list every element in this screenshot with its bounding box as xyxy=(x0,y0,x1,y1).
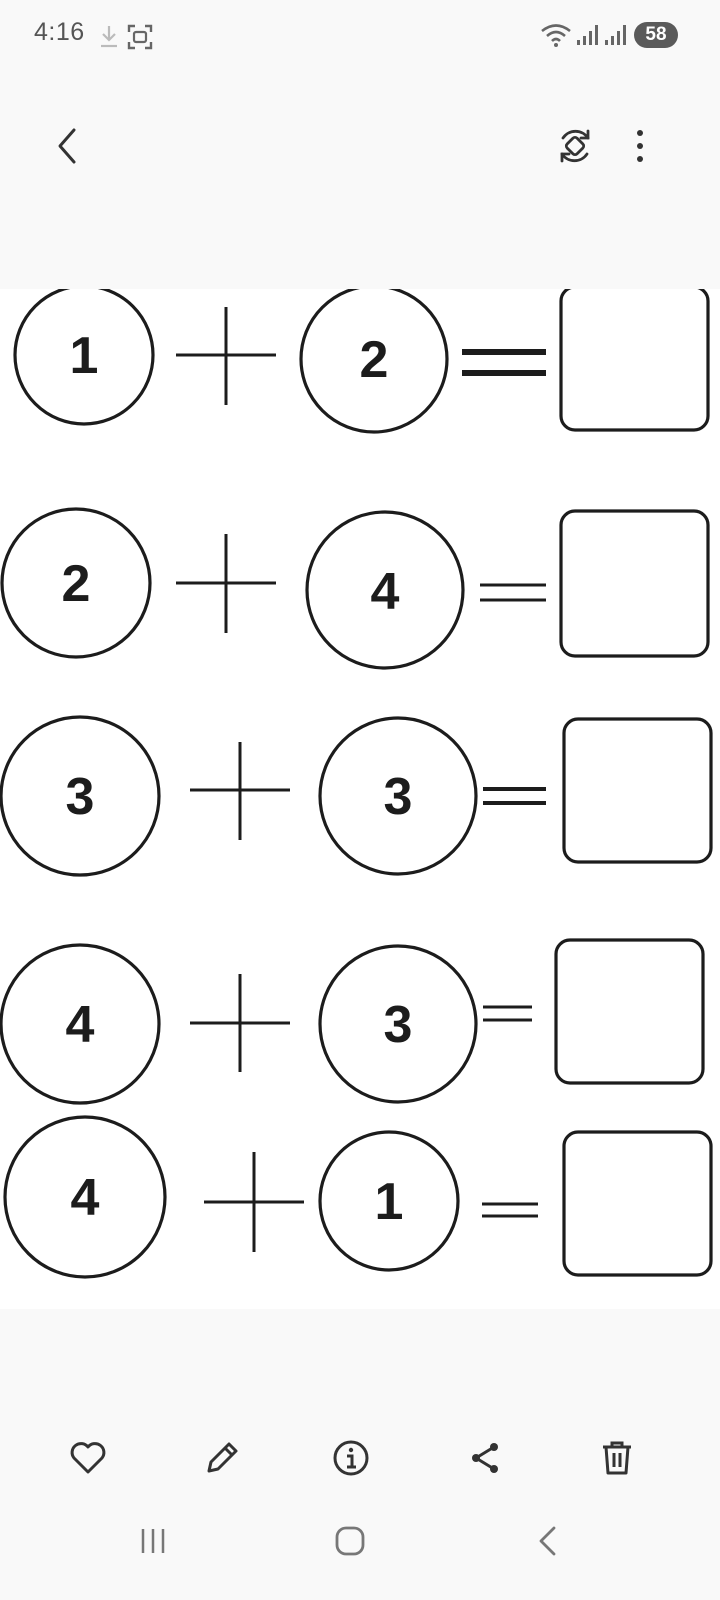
info-icon[interactable] xyxy=(331,1438,371,1483)
wifi-icon xyxy=(540,22,572,53)
image-viewer[interactable]: 1 2 2 4 3 3 4 3 4 1 xyxy=(0,289,720,1309)
addend-value: 2 xyxy=(62,555,91,613)
rotate-icon[interactable] xyxy=(555,126,595,171)
equals-sign xyxy=(462,349,546,376)
addend-value: 1 xyxy=(70,327,99,385)
addend-value: 2 xyxy=(360,331,389,389)
equals-sign xyxy=(483,1005,532,1022)
screenshot-icon xyxy=(127,24,153,55)
answer-box[interactable] xyxy=(554,938,705,1085)
plus-sign xyxy=(204,1152,304,1252)
equals-sign xyxy=(480,583,546,602)
answer-box[interactable] xyxy=(559,289,710,432)
addend-value: 4 xyxy=(71,1169,100,1227)
answer-box[interactable] xyxy=(559,509,710,658)
plus-sign xyxy=(190,742,290,840)
more-options-icon[interactable] xyxy=(630,128,650,169)
addend-value: 3 xyxy=(384,768,413,826)
equals-sign xyxy=(483,787,546,805)
delete-icon[interactable] xyxy=(597,1438,637,1483)
edit-icon[interactable] xyxy=(202,1438,242,1483)
status-bar: 4:16 58 xyxy=(0,0,720,72)
addend-value: 4 xyxy=(371,563,400,621)
system-navigation-bar xyxy=(0,1515,720,1595)
answer-box[interactable] xyxy=(562,717,713,864)
back-icon[interactable] xyxy=(52,126,82,171)
favorite-icon[interactable] xyxy=(68,1438,108,1483)
top-action-bar xyxy=(0,110,720,190)
answer-box[interactable] xyxy=(562,1130,713,1277)
signal-icon xyxy=(604,24,628,51)
home-icon[interactable] xyxy=(334,1525,366,1562)
addend-value: 1 xyxy=(375,1173,404,1231)
signal-icon xyxy=(576,24,600,51)
plus-sign xyxy=(176,534,276,633)
worksheet-image: 1 2 2 4 3 3 4 3 4 1 xyxy=(0,289,713,1279)
addend-value: 3 xyxy=(384,996,413,1054)
share-icon[interactable] xyxy=(465,1438,505,1483)
addend-value: 4 xyxy=(66,996,95,1054)
plus-sign xyxy=(176,307,276,405)
recent-apps-icon[interactable] xyxy=(137,1525,169,1562)
battery-level: 58 xyxy=(634,22,678,48)
bottom-toolbar xyxy=(0,1420,720,1500)
equals-sign xyxy=(482,1202,538,1218)
plus-sign xyxy=(190,974,290,1072)
status-time: 4:16 xyxy=(34,18,85,46)
download-icon xyxy=(98,24,120,55)
addend-value: 3 xyxy=(66,768,95,826)
back-icon[interactable] xyxy=(536,1525,560,1562)
